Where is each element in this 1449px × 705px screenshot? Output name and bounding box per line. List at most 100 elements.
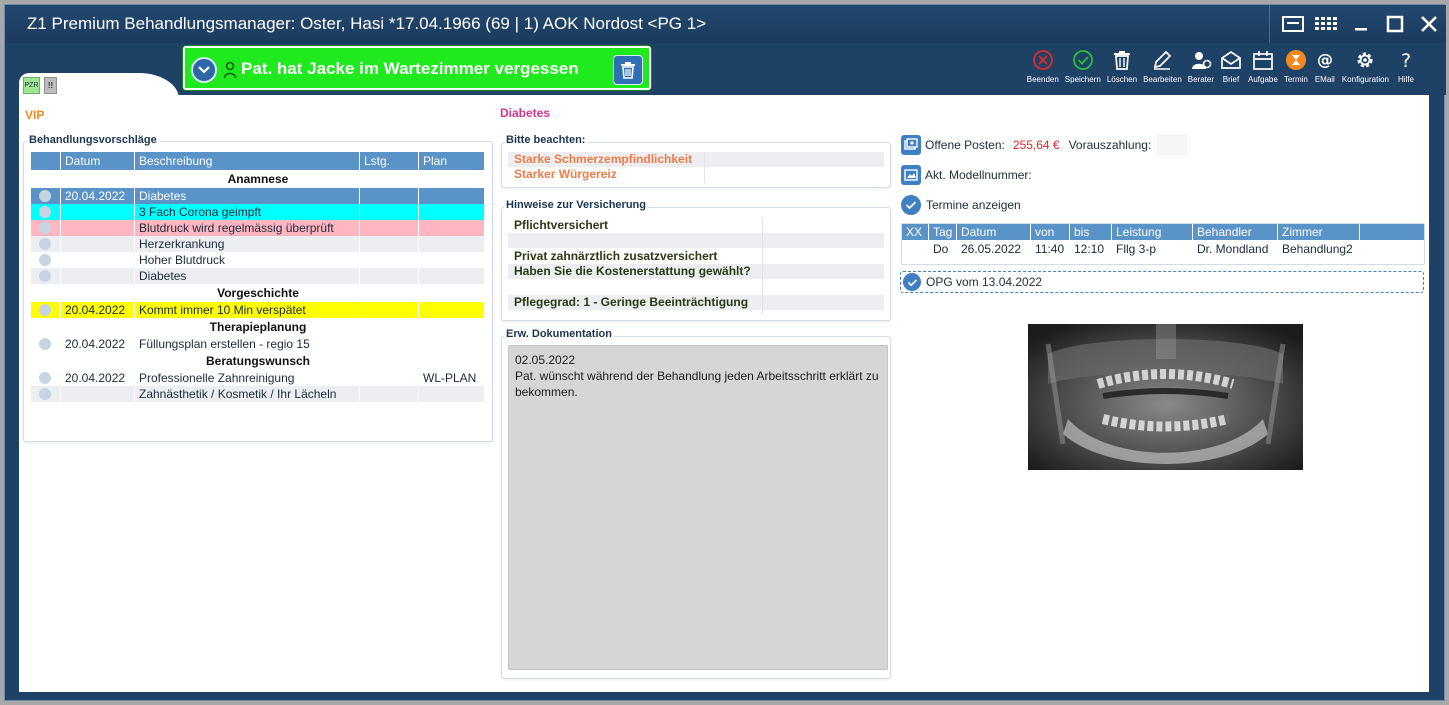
alert-delete-button[interactable] [613,55,643,85]
hinweis-line: Privat zahnärztlich zusatzversichert [514,249,718,263]
status-dot-icon [39,372,51,384]
row-marker[interactable] [31,188,61,204]
berater-button[interactable]: Berater [1185,49,1217,84]
pencil-icon [1154,50,1172,70]
termin-button[interactable]: Termin [1281,49,1311,84]
status-dot-icon [39,206,51,218]
table-row[interactable]: Zahnästhetik / Kosmetik / Ihr Lächeln [31,386,485,402]
toolbar: Beenden Speichern Löschen Bearbeiten Ber… [1024,49,1420,84]
col-datum[interactable]: Datum [61,152,135,170]
close-circle-icon [1032,50,1053,70]
table-row[interactable]: Diabetes [31,268,485,284]
col-beschreibung[interactable]: Beschreibung [135,152,360,170]
row-marker[interactable] [31,336,61,352]
status-dot-icon [39,254,51,266]
cell-plan [419,252,485,268]
table-row[interactable]: 20.04.2022 Kommt immer 10 Min verspätet [31,302,485,318]
vorauszahlung-label: Vorauszahlung: [1068,138,1152,152]
cell-beschreibung: Zahnästhetik / Kosmetik / Ihr Lächeln [135,386,360,402]
status-dot-icon [39,388,51,400]
beenden-button[interactable]: Beenden [1024,49,1062,84]
col-bis[interactable]: bis [1070,224,1112,240]
table-row[interactable]: Do 26.05.2022 11:40 12:10 Fllg 3-p Dr. M… [902,240,1424,258]
cell-datum [61,220,135,236]
row-marker[interactable] [31,220,61,236]
tab-warning[interactable]: !! [44,77,57,94]
beenden-label: Beenden [1026,75,1059,84]
question-icon: ? [1401,50,1411,71]
check-circle-icon [1072,50,1093,70]
table-row[interactable]: 20.04.2022 Diabetes [31,188,485,204]
cell-lstg [360,336,419,352]
grid-icon[interactable] [1311,8,1343,40]
cell-beschreibung: Füllungsplan erstellen - regio 15 [135,336,360,352]
header-bar: PZR !! Pat. hat Jacke im Wartezimmer ver… [5,43,1446,99]
table-row[interactable]: 20.04.2022 Professionelle Zahnreinigung WL… [31,370,485,386]
tab-pzr[interactable]: PZR [23,77,40,94]
brief-button[interactable]: Brief [1217,49,1245,84]
bearbeiten-button[interactable]: Bearbeiten [1140,49,1185,84]
row-marker[interactable] [31,302,61,318]
check-circle-icon[interactable] [901,195,921,215]
speichern-button[interactable]: Speichern [1062,49,1104,84]
cell-lstg [360,220,419,236]
chevron-down-icon[interactable] [191,57,217,83]
table-row[interactable]: Blutdruck wird regelmässig überprüft [31,220,485,236]
col-plan[interactable]: Plan [419,152,485,170]
cell-datum [61,204,135,220]
col-zimmer[interactable]: Zimmer [1278,224,1360,240]
col-xx[interactable]: XX [902,224,929,240]
table-header: Datum Beschreibung Lstg. Plan [31,152,485,170]
close-window-icon[interactable] [1413,8,1445,40]
col-datum[interactable]: Datum [957,224,1031,240]
alert-text: Pat. hat Jacke im Wartezimmer vergessen [241,59,579,78]
col-tag[interactable]: Tag [929,224,957,240]
loeschen-button[interactable]: Löschen [1104,49,1140,84]
aufgabe-label: Aufgabe [1248,75,1278,84]
table-row[interactable]: Hoher Blutdruck [31,252,485,268]
row-marker[interactable] [31,236,61,252]
trash-icon [621,62,635,79]
table-row[interactable]: 3 Fach Corona geimpft [31,204,485,220]
row-marker[interactable] [31,252,61,268]
money-icon[interactable] [901,135,921,155]
cell-lstg [360,370,419,386]
termine-anzeigen-row[interactable]: Termine anzeigen [901,195,1021,215]
status-dot-icon [39,270,51,282]
window-title: Z1 Premium Behandlungsmanager: Oster, Ha… [27,14,707,33]
table-row[interactable]: Herzerkrankung [31,236,485,252]
window-controls [1269,5,1446,43]
col-marker[interactable] [31,152,61,170]
col-von[interactable]: von [1031,224,1070,240]
hilfe-button[interactable]: ? Hilfe [1392,49,1420,84]
group-title: Vorgeschichte [217,286,299,300]
maximize-icon[interactable] [1379,8,1411,40]
konfiguration-button[interactable]: Konfiguration [1339,49,1392,84]
col-lstg[interactable]: Lstg. [360,152,419,170]
image-gallery-icon[interactable] [901,165,921,185]
cell-plan [419,204,485,220]
row-marker[interactable] [31,204,61,220]
hinweis-line: Haben Sie die Kostenerstattung gewählt? [508,264,884,279]
cell-beschreibung: Blutdruck wird regelmässig überprüft [135,220,360,236]
xray-image[interactable] [1028,324,1303,470]
alert-banner: Pat. hat Jacke im Wartezimmer vergessen [183,46,651,90]
person-icon [223,61,237,79]
keyboard-icon[interactable] [1277,8,1309,40]
row-marker[interactable] [31,268,61,284]
diagnosis-label: Diabetes [500,106,551,120]
status-dot-icon [39,338,51,350]
cell-plan [419,188,485,204]
minimize-icon[interactable] [1345,8,1377,40]
col-behandler[interactable]: Behandler [1193,224,1278,240]
opg-item[interactable]: OPG vom 13.04.2022 [900,271,1424,293]
email-button[interactable]: @ EMail [1311,49,1339,84]
dokumentation-textarea[interactable]: 02.05.2022 Pat. wünscht während der Beha… [508,345,888,670]
row-marker[interactable] [31,370,61,386]
row-marker[interactable] [31,386,61,402]
group-title: Beratungswunsch [205,354,310,368]
cell-plan [419,220,485,236]
col-leistung[interactable]: Leistung [1112,224,1193,240]
aufgabe-button[interactable]: Aufgabe [1245,49,1281,84]
table-row[interactable]: 20.04.2022 Füllungsplan erstellen - regio… [31,336,485,352]
